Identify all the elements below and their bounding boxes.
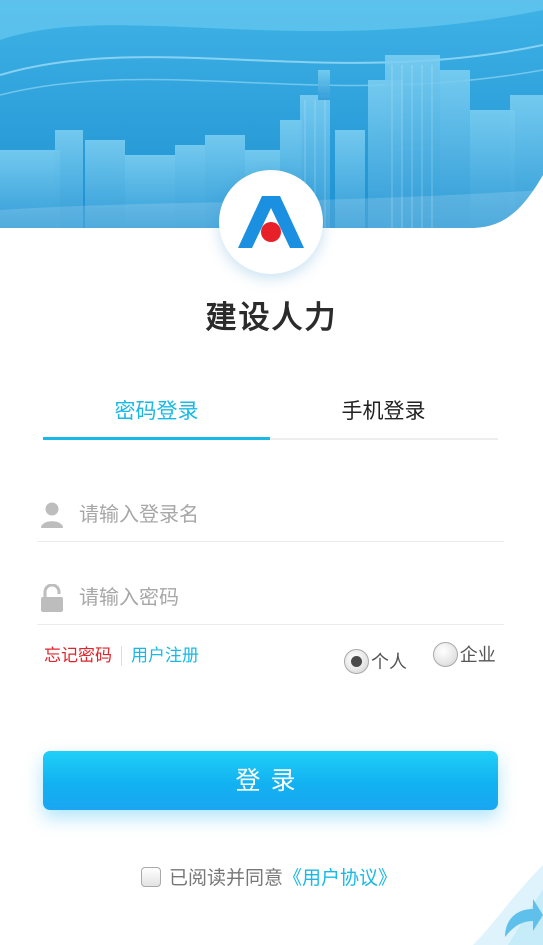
app-logo [219, 170, 323, 274]
share-arrow-icon [473, 865, 543, 945]
tab-active-indicator [43, 437, 270, 440]
tab-password-login[interactable]: 密码登录 [43, 392, 270, 438]
radio-checked-icon [344, 648, 369, 674]
radio-enterprise-label: 企业 [459, 645, 496, 666]
password-field [37, 573, 504, 625]
login-button[interactable]: 登录 [43, 751, 498, 810]
lock-icon [41, 584, 63, 612]
radio-enterprise[interactable]: 企业 [432, 641, 496, 667]
agreement-checkbox[interactable] [141, 866, 161, 887]
username-field [37, 490, 504, 542]
user-type-radio-group: 个人 企业 [344, 641, 496, 674]
forgot-password-link[interactable]: 忘记密码 [44, 646, 112, 666]
agreement-text: 已阅读并同意 [169, 867, 284, 889]
password-input[interactable] [79, 577, 479, 617]
radio-personal-label: 个人 [371, 652, 407, 673]
link-divider [121, 646, 122, 666]
user-icon [41, 502, 63, 528]
tab-phone-login[interactable]: 手机登录 [270, 392, 497, 438]
logo-icon [238, 196, 304, 248]
user-agreement-link[interactable]: 《用户协议》 [283, 863, 397, 890]
login-tabs: 密码登录 手机登录 [43, 392, 498, 440]
agreement-row: 已阅读并同意 《用户协议》 [141, 863, 397, 890]
radio-unchecked-icon [432, 641, 458, 667]
register-link[interactable]: 用户注册 [131, 646, 199, 666]
radio-personal[interactable]: 个人 [344, 648, 407, 674]
app-title: 建设人力 [205, 300, 338, 336]
username-input[interactable] [79, 494, 479, 534]
account-links: 忘记密码 用户注册 [44, 641, 199, 666]
